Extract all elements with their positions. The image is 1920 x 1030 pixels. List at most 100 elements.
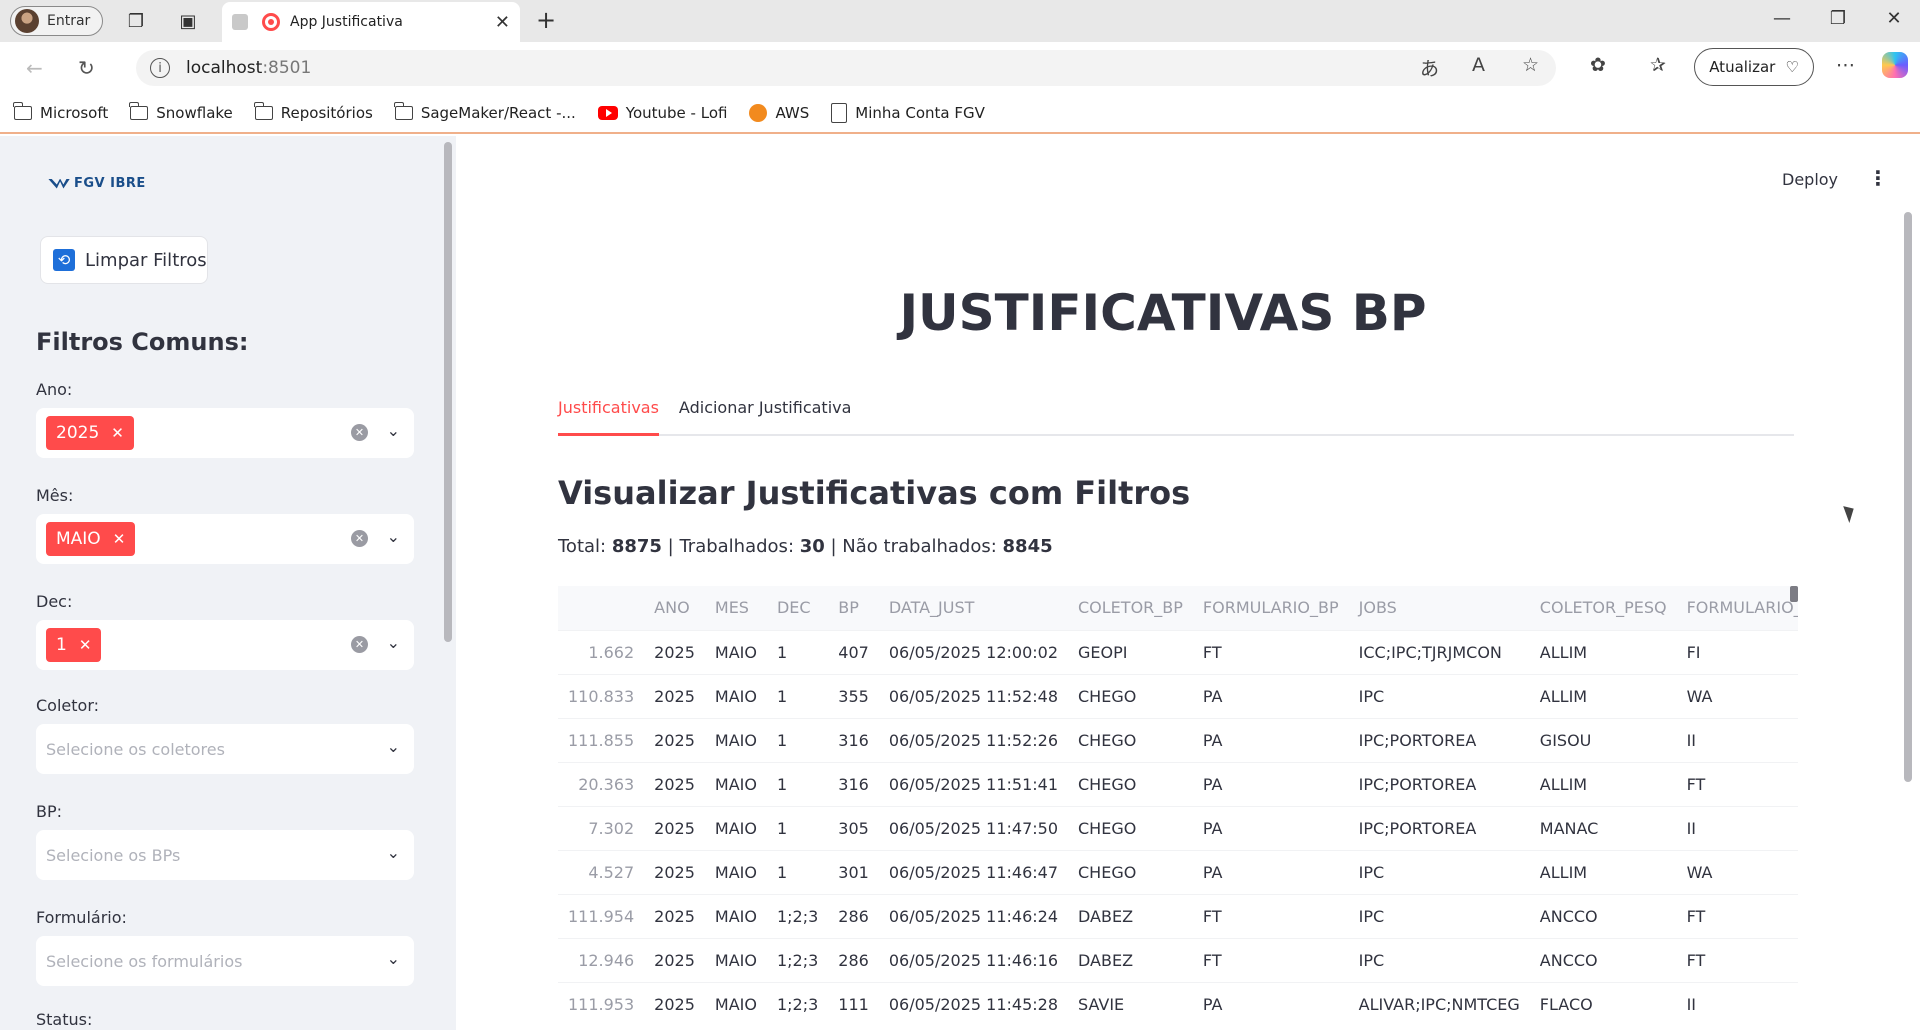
table-cell[interactable]: ALLIM — [1529, 629, 1677, 674]
bookmark-sagemaker[interactable]: SageMaker/React -... — [393, 102, 576, 122]
table-row[interactable]: 12.946 2025 MAIO 1;2;3 286 06/05/2025 11:46:1… — [558, 937, 1798, 982]
table-cell[interactable]: PA — [1192, 805, 1349, 850]
close-window-icon[interactable]: ✕ — [1882, 8, 1906, 29]
restore-icon[interactable]: ❐ — [1826, 8, 1850, 29]
table-cell[interactable]: GEOPI — [1068, 629, 1193, 674]
table-row[interactable]: 7.302 2025 MAIO 1 305 06/05/2025 11:47:50 CHEG… — [558, 805, 1798, 850]
table-cell[interactable]: PA — [1192, 849, 1349, 894]
table-cell[interactable]: FT — [1192, 893, 1349, 938]
reload-icon[interactable]: ↻ — [78, 56, 95, 80]
table-cell[interactable]: II — [1676, 981, 1798, 1026]
read-aloud-icon[interactable]: A — [1472, 54, 1485, 76]
deploy-button[interactable]: Deploy — [1782, 170, 1838, 189]
bookmark-fgv[interactable]: Minha Conta FGV — [831, 103, 985, 123]
table-cell[interactable]: IPC — [1348, 673, 1530, 718]
table-cell[interactable]: FT — [1676, 937, 1798, 982]
row-index[interactable]: 12.946 — [558, 937, 645, 982]
clear-filters-button[interactable]: ⟲ Limpar Filtros — [40, 236, 208, 284]
table-row[interactable]: 110.833 2025 MAIO 1 355 06/05/2025 11:52:48 CH… — [558, 673, 1798, 718]
table-cell[interactable]: MAIO — [704, 717, 767, 762]
table-row[interactable]: 4.527 2025 MAIO 1 301 06/05/2025 11:46:47 CHEG… — [558, 849, 1798, 894]
table-cell[interactable]: 06/05/2025 12:00:02 — [878, 629, 1068, 674]
table-cell[interactable]: DABEZ — [1068, 937, 1193, 982]
clear-selection-icon[interactable]: ✕ — [351, 530, 368, 547]
column-header[interactable]: JOBS — [1348, 586, 1530, 630]
table-cell[interactable]: 1 — [766, 761, 829, 806]
filter-formulario-select[interactable]: Selecione os formulários ⌄ — [36, 936, 414, 986]
table-cell[interactable]: IPC — [1348, 849, 1530, 894]
clear-selection-icon[interactable]: ✕ — [351, 636, 368, 653]
table-cell[interactable]: WA — [1676, 673, 1798, 718]
table-cell[interactable]: DABEZ — [1068, 893, 1193, 938]
table-cell[interactable]: MAIO — [704, 761, 767, 806]
table-cell[interactable]: PA — [1192, 981, 1349, 1026]
filter-bp-select[interactable]: Selecione os BPs ⌄ — [36, 830, 414, 880]
table-cell[interactable]: 06/05/2025 11:46:47 — [878, 849, 1068, 894]
table-cell[interactable]: IPC — [1348, 893, 1530, 938]
table-cell[interactable]: PA — [1192, 717, 1349, 762]
column-header[interactable]: COLETOR_BP — [1068, 586, 1193, 630]
filter-mes-select[interactable]: MAIO ✕ ✕ ⌄ — [36, 514, 414, 564]
table-cell[interactable]: ICC;IPC;TJRJMCON — [1348, 629, 1530, 674]
bookmark-aws[interactable]: AWS — [749, 104, 809, 122]
table-cell[interactable]: 286 — [828, 937, 879, 982]
filter-ano-select[interactable]: 2025 ✕ ✕ ⌄ — [36, 408, 414, 458]
table-cell[interactable]: FT — [1192, 937, 1349, 982]
table-row[interactable]: 111.954 2025 MAIO 1;2;3 286 06/05/2025 11:46:… — [558, 893, 1798, 938]
close-tab-icon[interactable]: ✕ — [495, 12, 510, 33]
table-cell[interactable]: FT — [1192, 629, 1349, 674]
row-index[interactable]: 110.833 — [558, 673, 645, 718]
chevron-down-icon[interactable]: ⌄ — [387, 527, 400, 546]
table-cell[interactable]: 06/05/2025 11:51:41 — [878, 761, 1068, 806]
column-header[interactable]: MES — [704, 586, 767, 630]
table-cell[interactable]: FI — [1676, 629, 1798, 674]
filter-chip[interactable]: 2025 ✕ — [46, 416, 134, 450]
table-cell[interactable]: ALIVAR;IPC;NMTCEG — [1348, 981, 1530, 1026]
row-index[interactable]: 4.527 — [558, 849, 645, 894]
table-cell[interactable]: MAIO — [704, 893, 767, 938]
table-cell[interactable]: 1;2;3 — [766, 937, 829, 982]
remove-chip-icon[interactable]: ✕ — [79, 636, 92, 654]
table-cell[interactable]: 1 — [766, 673, 829, 718]
tab-adicionar-justificativa[interactable]: Adicionar Justificativa — [679, 394, 852, 436]
table-row[interactable]: 1.662 2025 MAIO 1 407 06/05/2025 12:00:02 GEOP… — [558, 629, 1798, 674]
table-scrollbar[interactable] — [1790, 586, 1798, 602]
table-cell[interactable]: ANCCO — [1529, 937, 1677, 982]
filter-chip[interactable]: 1 ✕ — [46, 628, 102, 662]
profile-button[interactable]: Entrar — [10, 6, 104, 36]
table-cell[interactable]: 06/05/2025 11:47:50 — [878, 805, 1068, 850]
table-cell[interactable]: ALLIM — [1529, 673, 1677, 718]
table-cell[interactable]: CHEGO — [1068, 761, 1193, 806]
table-cell[interactable]: 355 — [828, 673, 879, 718]
row-index[interactable]: 111.954 — [558, 893, 645, 938]
bookmark-snowflake[interactable]: Snowflake — [129, 102, 233, 122]
clear-selection-icon[interactable]: ✕ — [351, 424, 368, 441]
table-cell[interactable]: PA — [1192, 761, 1349, 806]
tab-justificativas[interactable]: Justificativas — [558, 394, 659, 436]
table-cell[interactable]: SAVIE — [1068, 981, 1193, 1026]
table-row[interactable]: 111.855 2025 MAIO 1 316 06/05/2025 11:52:26 CH… — [558, 717, 1798, 762]
table-cell[interactable]: FT — [1676, 893, 1798, 938]
table-cell[interactable]: 2025 — [644, 805, 705, 850]
index-header[interactable] — [558, 586, 645, 630]
table-cell[interactable]: 06/05/2025 11:46:24 — [878, 893, 1068, 938]
column-header[interactable]: BP — [828, 586, 879, 630]
table-cell[interactable]: GISOU — [1529, 717, 1677, 762]
table-cell[interactable]: 111 — [828, 981, 879, 1026]
workspaces-icon[interactable]: ❐ — [124, 9, 148, 33]
copilot-icon[interactable] — [1882, 52, 1908, 78]
table-cell[interactable]: 1 — [766, 805, 829, 850]
table-cell[interactable]: 2025 — [644, 717, 705, 762]
table-cell[interactable]: 407 — [828, 629, 879, 674]
filter-coletor-select[interactable]: Selecione os coletores ⌄ — [36, 724, 414, 774]
table-cell[interactable]: 06/05/2025 11:52:48 — [878, 673, 1068, 718]
table-row[interactable]: 111.953 2025 MAIO 1;2;3 111 06/05/2025 11:45:… — [558, 981, 1798, 1026]
chevron-down-icon[interactable]: ⌄ — [387, 633, 400, 652]
remove-chip-icon[interactable]: ✕ — [111, 424, 124, 442]
table-cell[interactable]: FT — [1676, 761, 1798, 806]
table-cell[interactable]: 06/05/2025 11:46:16 — [878, 937, 1068, 982]
table-cell[interactable]: 1;2;3 — [766, 893, 829, 938]
table-cell[interactable]: 316 — [828, 761, 879, 806]
table-cell[interactable]: 2025 — [644, 981, 705, 1026]
row-index[interactable]: 111.953 — [558, 981, 645, 1026]
